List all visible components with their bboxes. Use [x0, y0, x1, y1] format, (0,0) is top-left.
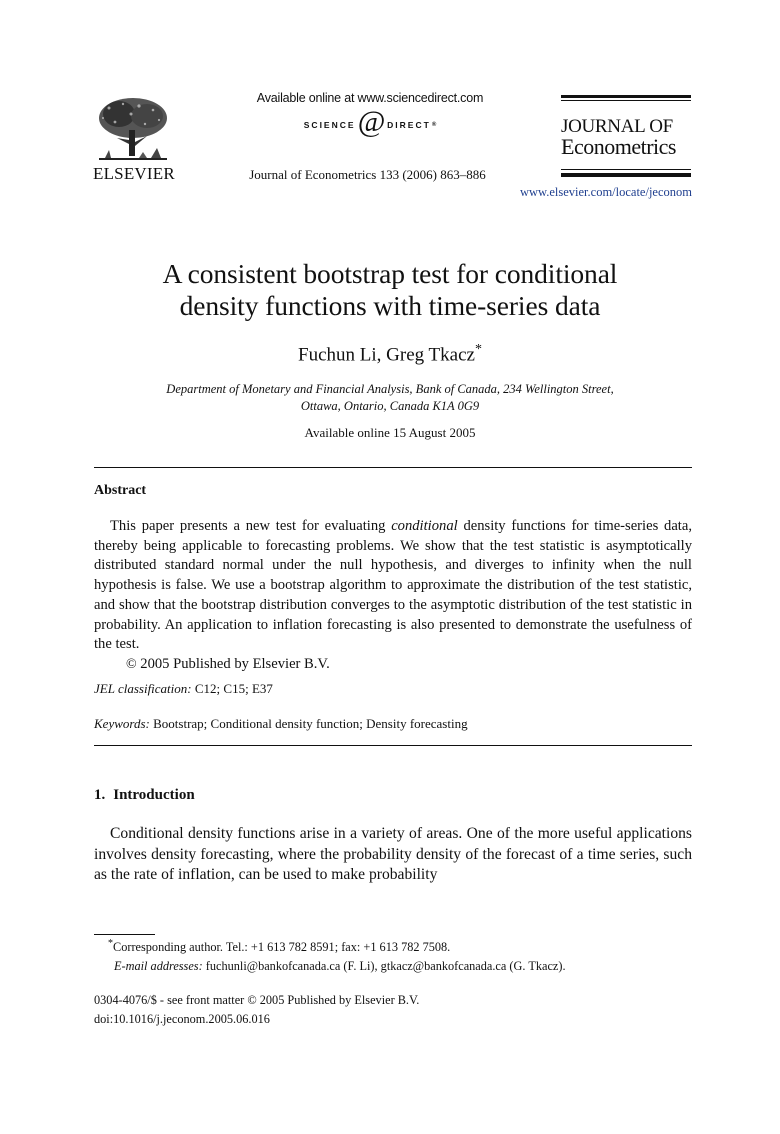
keywords-label: Keywords: [94, 716, 150, 731]
copyright-icon: © [126, 656, 137, 672]
issn-line: 0304-4076/$ - see front matter © 2005 Pu… [94, 991, 419, 1010]
issn-publisher: 2005 Published by Elsevier B.V. [256, 993, 420, 1007]
email-label: E-mail addresses: [114, 959, 203, 973]
masthead-rule-bottom-thick [561, 173, 691, 177]
abstract-body: This paper presents a new test for evalu… [94, 517, 692, 675]
sciencedirect-logo-right: DIRECT [387, 120, 431, 130]
keywords-list: Bootstrap; Conditional density function;… [149, 716, 468, 731]
journal-name-line2: Econometrics [561, 134, 676, 159]
keywords: Keywords: Bootstrap; Conditional density… [94, 716, 468, 732]
affiliation: Department of Monetary and Financial Ana… [110, 381, 670, 415]
article-title-line2: density functions with time-series data [179, 290, 601, 321]
jel-classification: JEL classification: C12; C15; E37 [94, 681, 273, 697]
corresponding-author-mark[interactable]: * [475, 342, 482, 357]
issn-text: 0304-4076/$ - see front matter [94, 993, 248, 1007]
copyright-icon: © [247, 993, 257, 1007]
journal-url-link[interactable]: www.elsevier.com/locate/jeconom [480, 185, 692, 200]
sciencedirect-availability: Available online at www.sciencedirect.co… [256, 91, 484, 105]
sciencedirect-logo-left: SCIENCE [303, 120, 356, 130]
elsevier-wordmark: ELSEVIER [93, 164, 175, 183]
jel-codes: C12; C15; E37 [191, 681, 273, 696]
abstract-heading: Abstract [94, 483, 147, 498]
abstract-text-rest: density functions for time-series data, … [94, 518, 692, 653]
journal-citation: Journal of Econometrics 133 (2006) 863–8… [249, 167, 486, 182]
author-names: Fuchun Li, Greg Tkacz [298, 344, 475, 366]
section-number: 1. [94, 787, 106, 803]
sciencedirect-logo: SCIENCE @ DIRECT ® [240, 107, 500, 138]
abstract-bottom-rule [94, 745, 692, 746]
affiliation-line2: Ottawa, Ontario, Canada K1A 0G9 [300, 399, 480, 413]
registered-mark: ® [431, 122, 437, 128]
abstract-copyright: © 2005 Published by Elsevier B.V. [94, 655, 692, 675]
front-matter: 0304-4076/$ - see front matter © 2005 Pu… [94, 991, 419, 1029]
introduction-body: Conditional density functions arise in a… [94, 824, 692, 886]
available-online-date: Available online 15 August 2005 [304, 425, 476, 440]
jel-label: JEL classification: [94, 681, 192, 696]
sciencedirect-at-icon: @ [357, 105, 386, 138]
journal-masthead: JOURNAL OF Econometrics [561, 95, 691, 177]
article-title: A consistent bootstrap test for conditio… [80, 258, 700, 322]
footnote-corresponding-author: *Corresponding author. Tel.: +1 613 782 … [94, 938, 694, 957]
authors: Fuchun Li, Greg Tkacz* [80, 342, 700, 366]
footnote-rule [94, 934, 155, 935]
doi[interactable]: doi:10.1016/j.jeconom.2005.06.016 [94, 1010, 419, 1029]
elsevier-tree-icon [99, 98, 167, 160]
masthead-rule-bottom-thin [561, 169, 691, 170]
masthead-rule-top-thick [561, 95, 691, 98]
abstract-copyright-text: 2005 Published by Elsevier B.V. [136, 655, 330, 672]
footnote-emails: E-mail addresses: fuchunli@bankofcanada.… [94, 957, 694, 976]
elsevier-logo: ELSEVIER [93, 94, 175, 183]
email-addresses[interactable]: fuchunli@bankofcanada.ca (F. Li), gtkacz… [203, 959, 566, 973]
affiliation-line1: Department of Monetary and Financial Ana… [166, 382, 614, 396]
abstract-emphasis: conditional [391, 518, 458, 534]
abstract-text-start: This paper presents a new test for evalu… [110, 518, 392, 534]
abstract-paragraph: This paper presents a new test for evalu… [94, 517, 692, 655]
introduction-paragraph: Conditional density functions arise in a… [94, 825, 692, 883]
footnote-corresponding-text: Corresponding author. Tel.: +1 613 782 8… [113, 940, 451, 954]
abstract-top-rule [94, 467, 692, 468]
footnotes: *Corresponding author. Tel.: +1 613 782 … [94, 938, 694, 976]
masthead-rule-top-thin [561, 100, 691, 101]
section-heading-introduction: 1. Introduction [94, 787, 195, 804]
article-title-line1: A consistent bootstrap test for conditio… [162, 258, 618, 289]
section-title: Introduction [113, 787, 195, 803]
